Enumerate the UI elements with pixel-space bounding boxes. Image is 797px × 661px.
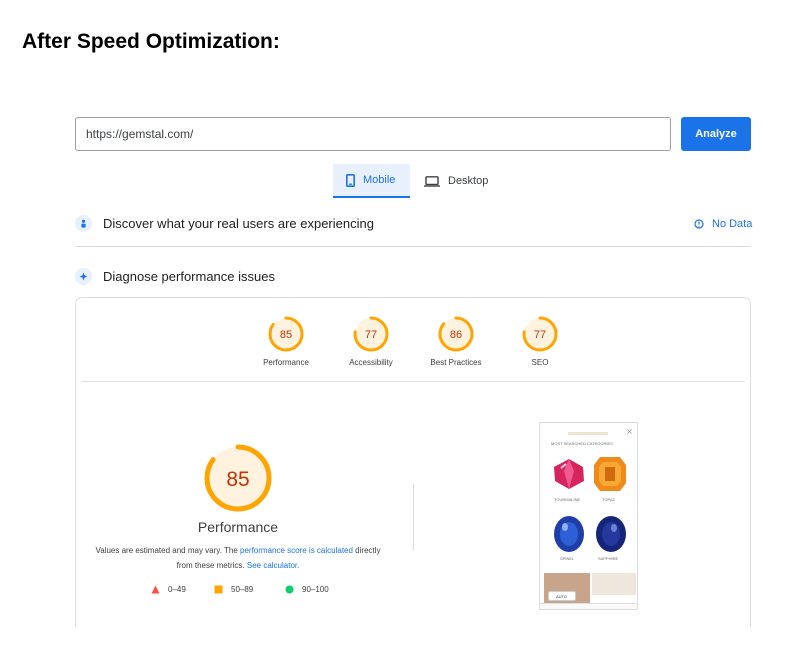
score-label: SEO [531,358,549,367]
score-label: Accessibility [349,358,393,367]
thumbnail-heading: MOST SEARCHED CATEGORIES [551,441,613,446]
diagnose-section-header: Diagnose performance issues [75,268,275,285]
score-gauge-best-practices[interactable]: 86 Best Practices [416,316,496,367]
product-name: SAPPHIRE [598,556,619,561]
performance-label: Performance [197,519,279,535]
section-divider [75,246,751,247]
tab-desktop[interactable]: Desktop [420,164,500,198]
diagnose-title: Diagnose performance issues [103,269,275,284]
performance-gauge: 85 [204,444,272,512]
vertical-separator [413,484,414,550]
score-gauge: 77 [353,316,389,352]
info-circle-icon [694,219,704,229]
laptop-icon [424,175,440,187]
legend-range: 90–100 [302,585,329,594]
triangle-icon [151,585,160,594]
phone-icon [346,173,355,187]
url-input[interactable] [75,117,671,151]
circle-icon [285,585,294,594]
report-panel [75,297,751,627]
tab-label: Desktop [448,175,489,187]
score-label: Performance [263,358,309,367]
panel-divider [82,381,745,382]
top-banner [568,432,608,435]
crux-section-header: Discover what your real users are experi… [75,215,374,232]
topaz-gem-image [594,457,626,491]
legend-item-fail: 0–49 [151,585,186,594]
legend-range: 0–49 [168,585,186,594]
users-icon [75,215,92,232]
auto-toggle: AUTO [548,591,576,601]
product-name: TOURMALINE [554,497,581,502]
legend-item-pass: 90–100 [285,585,329,594]
crux-title: Discover what your real users are experi… [103,216,374,231]
auto-label: AUTO [556,594,568,599]
legend-item-average: 50–89 [214,585,253,594]
sapphire-gem-image [596,516,626,552]
score-label: Best Practices [430,358,482,367]
score-gauge-seo[interactable]: 77 SEO [500,316,580,367]
close-icon [627,429,632,434]
score-gauge: 77 [522,316,558,352]
score-value: 86 [450,329,462,341]
product-name: TOPAZ [602,497,615,502]
score-value: 85 [280,329,292,341]
page-screenshot-thumbnail: MOST SEARCHED CATEGORIES TOURMALINE TOPA… [539,422,638,610]
tab-mobile[interactable]: Mobile [333,164,410,198]
square-icon [214,585,223,594]
no-data-label: No Data [712,218,753,230]
lighthouse-icon [75,268,92,285]
score-gauge-accessibility[interactable]: 77 Accessibility [331,316,411,367]
score-gauge-performance[interactable]: 85 Performance [246,316,326,367]
legend-range: 50–89 [231,585,254,594]
score-value: 77 [534,329,546,341]
promo-image [592,573,636,595]
analyze-button[interactable]: Analyze [681,117,751,151]
tab-label: Mobile [363,174,396,186]
no-data-status: No Data [694,218,752,230]
score-value: 77 [365,329,377,341]
bottom-nav [540,603,637,609]
spinel-gem-image [554,516,584,552]
tourmaline-gem-image [554,459,584,489]
see-calculator-link[interactable]: See calculator. [247,561,299,570]
score-gauge: 85 [268,316,304,352]
page-heading: After Speed Optimization: [22,30,280,53]
note-text: Values are estimated and may vary. The [95,546,240,555]
score-gauge: 86 [438,316,474,352]
estimate-note: Values are estimated and may vary. The p… [95,543,381,573]
product-name: SPINEL [560,556,575,561]
score-calculation-link[interactable]: performance score is calculated [240,546,353,555]
performance-score-value: 85 [226,468,249,491]
